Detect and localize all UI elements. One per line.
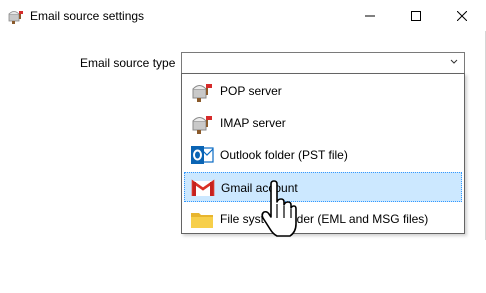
title-bar[interactable]: Email source settings xyxy=(0,0,486,31)
chevron-down-icon xyxy=(450,59,458,64)
option-imap-server[interactable]: IMAP server xyxy=(184,108,462,138)
mailbox-icon xyxy=(192,116,212,134)
email-source-type-label: Email source type xyxy=(80,56,176,70)
option-pop-server[interactable]: POP server xyxy=(184,76,462,106)
option-outlook-folder[interactable]: Outlook folder (PST file) xyxy=(184,140,462,170)
option-label: IMAP server xyxy=(220,116,286,130)
window-title: Email source settings xyxy=(30,9,145,23)
mailbox-icon xyxy=(192,84,212,102)
minimize-button[interactable] xyxy=(347,0,393,31)
maximize-icon xyxy=(411,10,421,21)
option-label: Outlook folder (PST file) xyxy=(220,148,348,162)
folder-icon xyxy=(191,213,213,228)
option-file-system-folder[interactable]: File system folder (EML and MSG files) xyxy=(184,204,462,234)
close-icon xyxy=(457,10,467,21)
minimize-icon xyxy=(365,15,375,16)
email-source-type-dropdown: POP server IMAP server Outlook folder (P… xyxy=(181,73,465,234)
option-gmail-account[interactable]: Gmail account xyxy=(184,172,462,202)
close-button[interactable] xyxy=(439,0,485,31)
maximize-button[interactable] xyxy=(393,0,439,31)
option-label: File system folder (EML and MSG files) xyxy=(220,212,429,226)
settings-window: Email source settings Email source type xyxy=(0,0,486,240)
gmail-icon xyxy=(191,179,215,196)
email-source-type-select[interactable] xyxy=(181,52,465,74)
mailbox-icon xyxy=(8,11,23,24)
hand-pointer-icon xyxy=(261,180,297,237)
outlook-icon xyxy=(191,146,214,164)
option-label: POP server xyxy=(220,84,282,98)
